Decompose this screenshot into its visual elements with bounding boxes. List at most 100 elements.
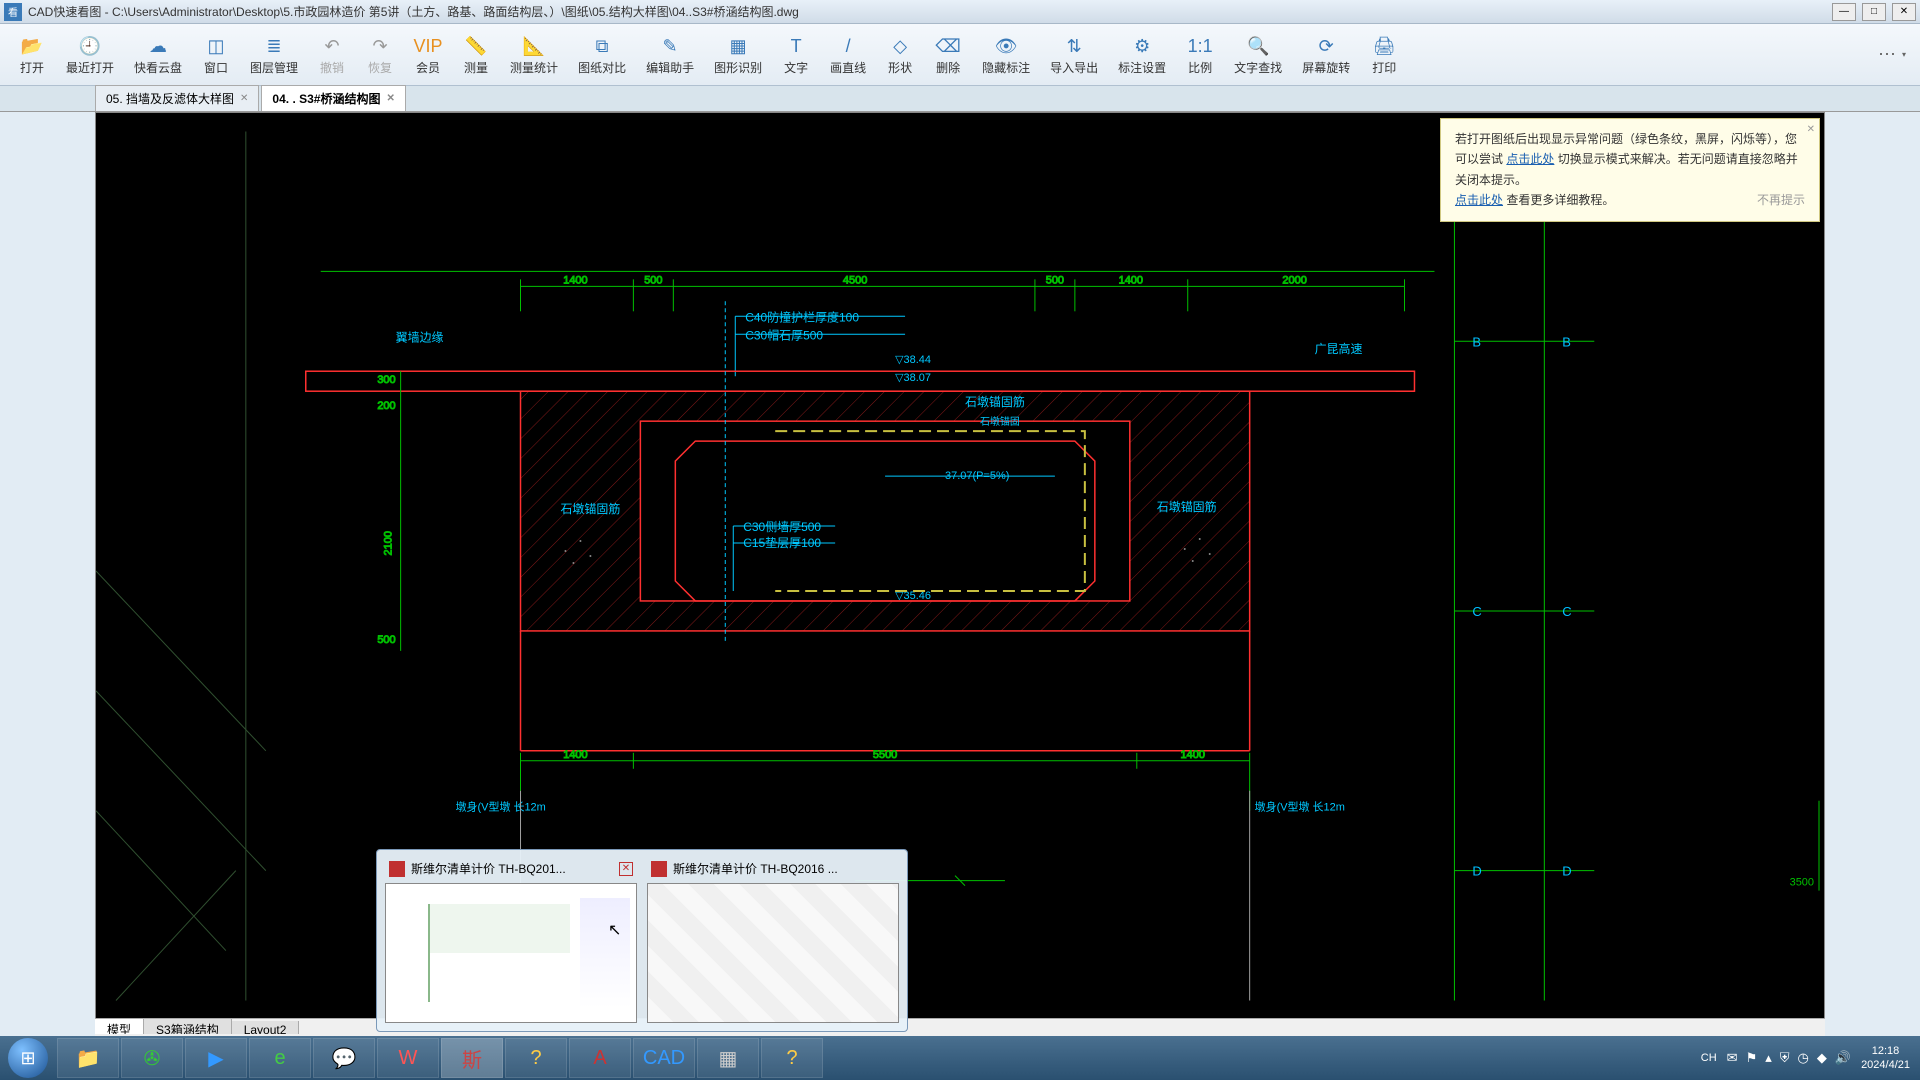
doc-tab-1[interactable]: 04. . S3#桥涵结构图✕ [261,85,405,111]
tab-close-icon[interactable]: ✕ [240,93,248,104]
tray-net-icon[interactable]: ◷ [1798,1050,1809,1066]
window-title: CAD快速看图 - C:\Users\Administrator\Desktop… [28,3,1832,20]
toolbar-more-icon[interactable]: ⋯ [1872,44,1902,65]
cad-drawing: B B C C D D 3500 1400 500 4500 500 1400 … [96,113,1824,1019]
ime-indicator[interactable]: CH [1701,1052,1717,1064]
toolbar-drop-icon[interactable]: ▾ [1902,50,1912,59]
svg-text:1400: 1400 [1119,274,1143,286]
task-explorer[interactable]: 📁 [57,1038,119,1078]
tray-shield-icon[interactable]: ⛨ [1780,1050,1790,1066]
task-wechat[interactable]: ✇ [121,1038,183,1078]
svg-text:1400: 1400 [563,274,587,286]
svg-text:D: D [1472,864,1481,879]
tool-vip[interactable]: VIP会员 [404,31,452,78]
svg-text:200: 200 [377,400,395,412]
task-browser[interactable]: e [249,1038,311,1078]
svg-text:石墩锚固筋: 石墩锚固筋 [1157,499,1217,514]
more-tutorials-link[interactable]: 点击此处 [1455,193,1503,207]
task-calc[interactable]: ▦ [697,1038,759,1078]
taskbar: ⊞ 📁 ✇ ▶ e 💬 W 斯 ? A CAD ▦ ? CH ✉ ⚑ ▴ ⛨ ◷… [0,1036,1920,1080]
main-toolbar: 📂打开🕘最近打开☁快看云盘◫窗口≣图层管理↶撤销↷恢复VIP会员📏测量📐测量统计… [0,24,1920,86]
tool-recent[interactable]: 🕘最近打开 [56,31,124,78]
tool-redo[interactable]: ↷恢复 [356,31,404,78]
thumb-app-icon [389,861,405,877]
display-mode-notice: ✕ 若打开图纸后出现显示异常问题（绿色条纹，黑屏，闪烁等），您可以尝试 点击此处… [1440,118,1820,222]
svg-text:墩身(V型墩 长12m: 墩身(V型墩 长12m [1255,800,1345,814]
svg-text:B: B [1562,334,1571,349]
svg-text:翼墙边缘: 翼墙边缘 [396,330,444,344]
tool-import-export[interactable]: ⇅导入导出 [1040,31,1108,78]
task-help2[interactable]: ? [761,1038,823,1078]
notice-close-icon[interactable]: ✕ [1807,121,1815,138]
tab-close-icon[interactable]: ✕ [386,93,394,104]
thumbnail-0[interactable]: 斯维尔清单计价 TH-BQ201...✕ [385,858,637,1023]
tray-mail-icon[interactable]: ✉ [1727,1050,1738,1066]
tray-up-icon[interactable]: ▴ [1765,1050,1772,1066]
thumb-app-icon [651,861,667,877]
tool-scale[interactable]: 1:1比例 [1176,31,1224,78]
svg-text:石墩锚固筋: 石墩锚固筋 [965,394,1025,409]
thumbnail-1[interactable]: 斯维尔清单计价 TH-BQ2016 ... [647,858,899,1023]
tool-measure-stats[interactable]: 📐测量统计 [500,31,568,78]
tray-more-icon[interactable]: ◆ [1817,1050,1827,1066]
task-video[interactable]: ▶ [185,1038,247,1078]
tool-hide-anno[interactable]: 👁隐藏标注 [972,31,1040,78]
svg-text:2100: 2100 [383,531,395,555]
switch-display-mode-link[interactable]: 点击此处 [1506,152,1554,166]
svg-text:C15垫层厚100: C15垫层厚100 [743,535,821,550]
start-button[interactable]: ⊞ [0,1036,56,1080]
tool-measure[interactable]: 📏测量 [452,31,500,78]
tool-window[interactable]: ◫窗口 [192,31,240,78]
tool-shape-recog[interactable]: ▦图形识别 [704,31,772,78]
minimize-button[interactable]: — [1832,3,1856,21]
tool-shape[interactable]: ◇形状 [876,31,924,78]
dismiss-notice-link[interactable]: 不再提示 [1757,190,1805,210]
svg-text:C30侧墙厚500: C30侧墙厚500 [743,520,821,534]
svg-text:500: 500 [377,634,395,646]
svg-text:广昆高速: 广昆高速 [1315,341,1363,356]
tray-flag-icon[interactable]: ⚑ [1746,1050,1758,1066]
system-tray: CH ✉ ⚑ ▴ ⛨ ◷ ◆ 🔊 12:18 2024/4/21 [1691,1044,1920,1073]
svg-text:3500: 3500 [1790,877,1814,889]
taskbar-clock[interactable]: 12:18 2024/4/21 [1861,1044,1910,1073]
tool-line[interactable]: /画直线 [820,31,876,78]
svg-text:石墩锚固: 石墩锚固 [980,415,1020,428]
tool-layers[interactable]: ≣图层管理 [240,31,308,78]
doc-tab-0[interactable]: 05. 挡墙及反滤体大样图✕ [95,85,259,111]
svg-text:C: C [1562,604,1571,619]
task-help1[interactable]: ? [505,1038,567,1078]
tool-undo[interactable]: ↶撤销 [308,31,356,78]
tool-print[interactable]: 🖨打印 [1360,31,1408,78]
tool-rotate[interactable]: ⟳屏幕旋转 [1292,31,1360,78]
svg-text:300: 300 [377,374,395,386]
svg-text:C: C [1472,604,1481,619]
task-chat[interactable]: 💬 [313,1038,375,1078]
tool-delete[interactable]: ⌫删除 [924,31,972,78]
svg-text:石墩锚固筋: 石墩锚固筋 [560,501,620,516]
tool-find-text[interactable]: 🔍文字查找 [1224,31,1292,78]
tool-text[interactable]: T文字 [772,31,820,78]
drawing-canvas[interactable]: B B C C D D 3500 1400 500 4500 500 1400 … [95,112,1825,1020]
svg-text:B: B [1472,334,1481,349]
tool-compare[interactable]: ⧉图纸对比 [568,31,636,78]
task-wps[interactable]: W [377,1038,439,1078]
svg-text:4500: 4500 [843,274,867,286]
svg-text:墩身(V型墩 长12m: 墩身(V型墩 长12m [456,800,546,814]
svg-text:1400: 1400 [563,749,587,761]
tray-vol-icon[interactable]: 🔊 [1835,1050,1851,1066]
thumb-close-icon[interactable]: ✕ [619,862,633,876]
svg-text:500: 500 [644,274,662,286]
maximize-button[interactable]: □ [1862,3,1886,21]
tool-anno-settings[interactable]: ⚙标注设置 [1108,31,1176,78]
task-cadreader[interactable]: CAD [633,1038,695,1078]
tool-edit-assist[interactable]: ✎编辑助手 [636,31,704,78]
svg-text:5500: 5500 [873,749,897,761]
tool-cloud[interactable]: ☁快看云盘 [124,31,192,78]
tool-open[interactable]: 📂打开 [8,31,56,78]
svg-text:1400: 1400 [1181,749,1205,761]
taskbar-thumbnails: 斯维尔清单计价 TH-BQ201...✕斯维尔清单计价 TH-BQ2016 ..… [376,849,908,1032]
task-swier[interactable]: 斯 [441,1038,503,1078]
svg-text:2000: 2000 [1282,274,1306,286]
close-button[interactable]: ✕ [1892,3,1916,21]
task-autocad[interactable]: A [569,1038,631,1078]
